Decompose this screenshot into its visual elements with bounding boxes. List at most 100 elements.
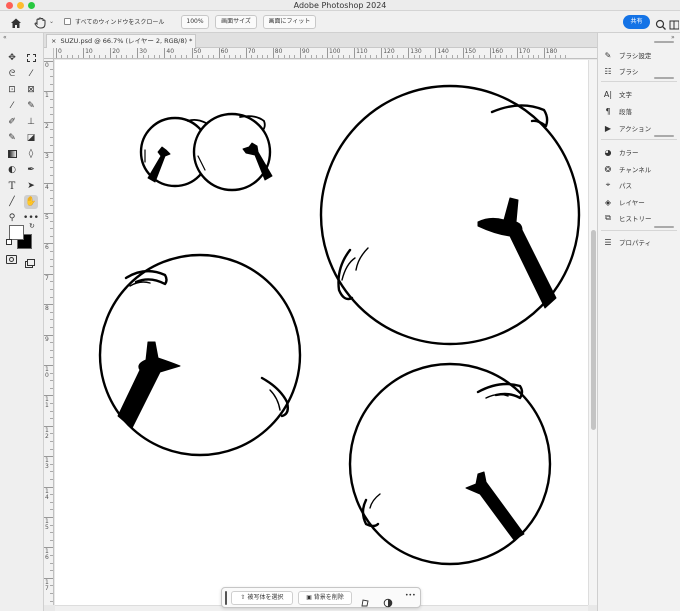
select-subject-button[interactable]: ⇧ 被写体を選択 <box>231 591 293 605</box>
panel-layers[interactable]: ◈ レイヤー <box>602 195 645 209</box>
ruler-minor-tick <box>50 266 53 268</box>
crop-tool-icon[interactable]: ⊡ <box>5 83 19 97</box>
ruler-minor-tick <box>267 55 269 58</box>
scroll-all-checkbox[interactable] <box>64 18 71 25</box>
drag-handle[interactable] <box>225 591 227 605</box>
hand-tool-icon[interactable]: ✋ <box>24 195 38 209</box>
vertical-scroll-thumb[interactable] <box>591 230 596 430</box>
panel-color[interactable]: ◕ カラー <box>602 145 639 159</box>
ruler-tick-mark <box>327 48 328 58</box>
ruler-minor-tick <box>50 471 53 473</box>
panel-brush-settings[interactable]: ✎ ブラシ設定 <box>602 48 652 62</box>
zoom-100-button[interactable]: 100% <box>181 15 209 29</box>
adjustment-icon[interactable] <box>383 593 393 608</box>
horizontal-ruler: 0 10 20 30 40 50 60 70 80 90 100 110 120 130 140 150 160… <box>54 48 597 59</box>
brush-settings-icon: ✎ <box>604 50 612 60</box>
ruler-minor-tick <box>50 258 53 260</box>
panel-label: プロパティ <box>619 239 652 247</box>
ruler-minor-tick <box>126 55 128 58</box>
ruler-minor-tick <box>77 55 79 58</box>
transform-icon[interactable] <box>360 593 370 607</box>
panel-channels[interactable]: ❂ チャンネル <box>602 162 652 176</box>
quick-mask-icon[interactable] <box>6 255 17 264</box>
eyedropper-tool-icon[interactable]: ⁄ <box>5 99 19 113</box>
brush-tool-icon[interactable]: ✐ <box>5 115 19 129</box>
select-subject-label: 被写体を選択 <box>247 594 284 601</box>
ruler-minor-tick <box>50 479 53 480</box>
ruler-minor-tick <box>50 448 53 450</box>
swap-colors-icon[interactable]: ↻ <box>29 222 35 230</box>
ruler-tick-mark <box>272 48 274 58</box>
panel-label: ブラシ <box>619 68 639 76</box>
clone-stamp-tool-icon[interactable]: ⊥ <box>24 115 38 129</box>
ruler-minor-tick <box>186 55 188 58</box>
ruler-minor-tick <box>50 494 53 496</box>
ruler-tick-mark <box>462 48 464 58</box>
ruler-minor-tick <box>142 55 144 58</box>
lasso-tool-icon[interactable]: ᘓ <box>5 67 19 81</box>
ruler-minor-tick <box>424 55 426 58</box>
remove-background-button[interactable]: ▣ 背景を削除 <box>298 591 352 605</box>
ruler-origin[interactable] <box>44 48 54 59</box>
frame-tool-icon[interactable]: ⊠ <box>24 83 38 97</box>
panel-paragraph[interactable]: ¶ 段落 <box>602 104 632 118</box>
move-tool-icon[interactable]: ✥ <box>5 51 19 65</box>
dodge-tool-icon[interactable]: ◐ <box>5 163 19 177</box>
ruler-minor-tick <box>99 55 101 58</box>
ruler-minor-tick <box>370 55 372 58</box>
ruler-minor-tick <box>511 55 513 58</box>
search-icon[interactable] <box>655 16 667 30</box>
zoom-tool-icon[interactable]: ⚲ <box>5 211 19 225</box>
vertical-scrollbar[interactable] <box>588 60 597 605</box>
ruler-minor-tick <box>207 55 209 58</box>
marquee-tool-icon[interactable] <box>24 51 38 65</box>
ruler-tick-label: 20 <box>112 48 120 55</box>
ruler-minor-tick <box>478 55 480 58</box>
gradient-tool-icon[interactable] <box>5 147 19 161</box>
line-tool-icon[interactable]: ╱ <box>5 195 19 209</box>
ruler-minor-tick <box>440 55 442 58</box>
small-bell-right <box>192 112 273 192</box>
screen-mode-icon[interactable] <box>25 254 35 268</box>
document-canvas[interactable] <box>55 60 588 605</box>
healing-brush-tool-icon[interactable]: ✎ <box>24 99 38 113</box>
panel-label: 段落 <box>619 108 632 116</box>
type-tool-icon[interactable]: T <box>5 179 19 193</box>
more-options-icon[interactable]: ••• <box>405 592 416 599</box>
ruler-minor-tick <box>413 55 415 58</box>
eraser-tool-icon[interactable]: ◪ <box>24 131 38 145</box>
workspace-icon[interactable] <box>669 16 680 30</box>
magic-wand-tool-icon[interactable]: ⁄ <box>24 67 38 81</box>
home-icon[interactable] <box>9 15 23 29</box>
panel-brushes[interactable]: ☷ ブラシ <box>602 64 638 78</box>
document-tab[interactable]: × SUZU.psd @ 66.7% (レイヤー 2, RGB/8) * <box>46 34 196 48</box>
collapse-toolbar-icon[interactable]: « <box>3 34 7 41</box>
ruler-minor-tick <box>50 220 53 222</box>
fill-screen-button[interactable]: 画面にフィット <box>263 15 316 29</box>
foreground-color-swatch[interactable] <box>9 225 24 240</box>
pen-tool-icon[interactable]: ✒ <box>24 163 38 177</box>
chevron-down-icon[interactable]: ⌄ <box>49 18 54 25</box>
blur-tool-icon[interactable]: ◊ <box>24 147 38 161</box>
panel-history[interactable]: ⧉ ヒストリー <box>602 211 651 225</box>
panel-properties[interactable]: ☰ プロパティ <box>602 235 651 249</box>
close-tab-icon[interactable]: × <box>51 37 56 45</box>
ruler-tick-label: 70 <box>247 48 256 55</box>
panel-expand-icon[interactable]: » <box>671 34 675 41</box>
ruler-minor-tick <box>364 55 366 58</box>
path-selection-tool-icon[interactable]: ➤ <box>24 179 38 193</box>
ruler-minor-tick <box>261 55 263 58</box>
panel-paths[interactable]: ⌖ パス <box>602 178 632 192</box>
hand-tool-preset-icon[interactable] <box>33 15 47 29</box>
ruler-minor-tick <box>50 509 53 511</box>
panel-character[interactable]: A| 文字 <box>602 87 632 101</box>
ruler-minor-tick <box>229 55 231 58</box>
share-button[interactable]: 共有 <box>623 15 650 29</box>
panel-actions[interactable]: ▶ アクション <box>602 121 651 135</box>
default-colors-icon[interactable] <box>6 239 12 245</box>
history-brush-tool-icon[interactable]: ✎ <box>5 131 19 145</box>
fit-screen-button[interactable]: 画面サイズ <box>215 15 257 29</box>
ruler-minor-tick <box>131 55 133 58</box>
ruler-minor-tick <box>50 410 53 412</box>
ruler-minor-tick <box>148 55 150 58</box>
